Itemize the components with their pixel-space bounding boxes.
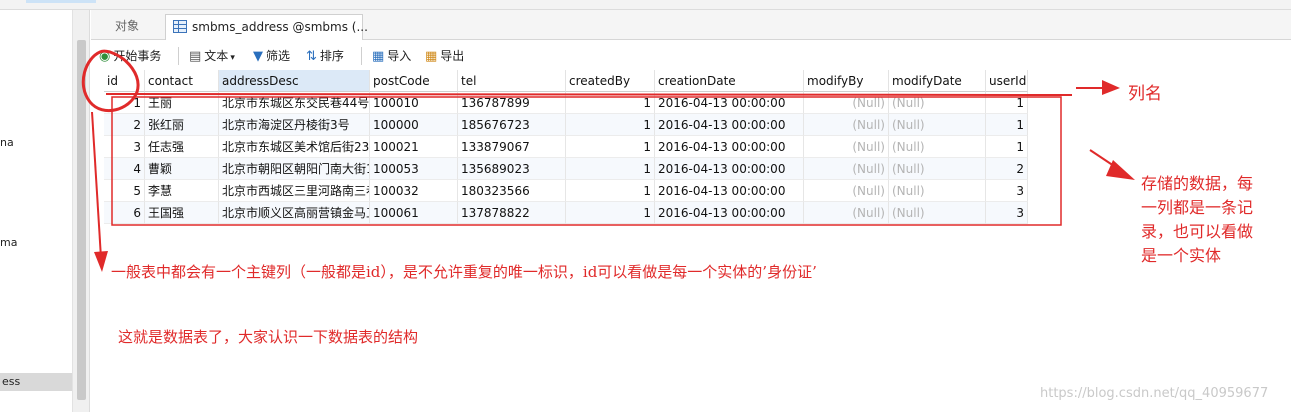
data-rows-box-annotation bbox=[111, 96, 1062, 226]
primary-key-annotation: 一般表中都会有一个主键列（一般都是id），是不允许重复的唯一标识，id可以看做是… bbox=[111, 263, 817, 281]
stored-data-annotation-line1: 存储的数据，每 bbox=[1141, 174, 1254, 193]
summary-annotation: 这就是数据表了，大家认识一下数据表的结构 bbox=[118, 328, 419, 346]
primary-key-arrow-head bbox=[94, 251, 108, 272]
stored-data-annotation-line2: 一列都是一条记 bbox=[1141, 198, 1254, 217]
header-underline-annotation bbox=[105, 91, 1073, 96]
annotation-layer bbox=[81, 49, 1135, 272]
watermark: https://blog.csdn.net/qq_40959677 bbox=[1040, 386, 1269, 401]
stored-data-annotation-line4: 是一个实体 bbox=[1141, 246, 1222, 265]
id-circle-annotation bbox=[81, 49, 140, 113]
column-name-annotation: 列名 bbox=[1128, 84, 1162, 104]
column-name-arrow-head bbox=[1102, 80, 1120, 95]
primary-key-arrow-line bbox=[91, 111, 102, 259]
stored-data-annotation-line3: 录，也可以看做 bbox=[1141, 222, 1254, 241]
